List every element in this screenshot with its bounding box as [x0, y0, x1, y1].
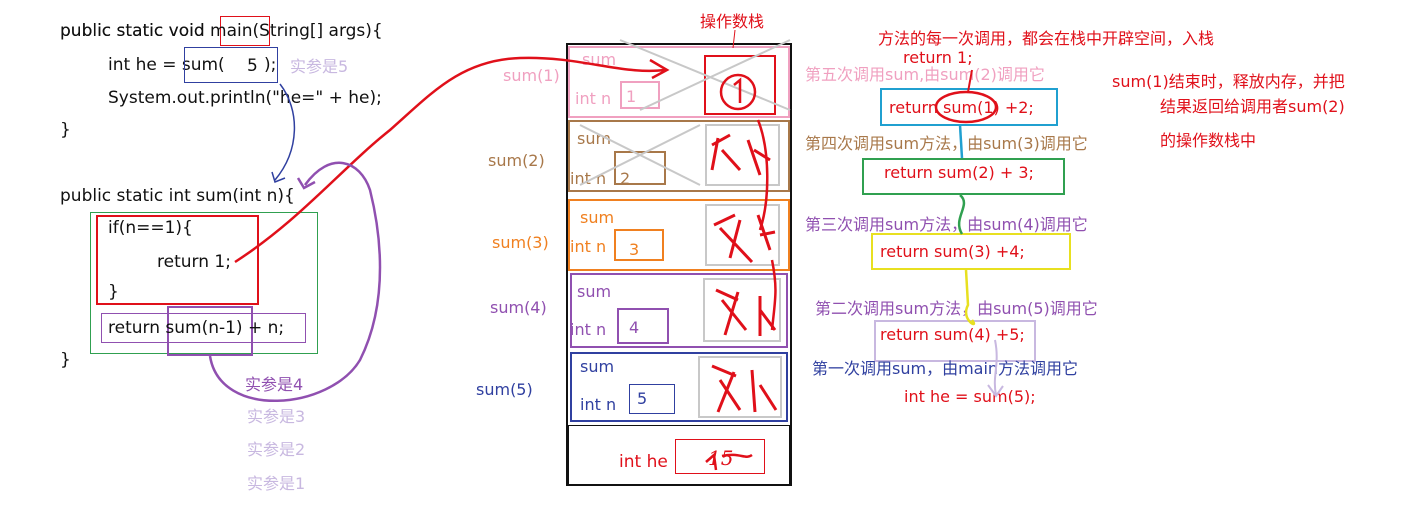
result-scribble-10 — [715, 288, 777, 336]
blue-arrow-head — [271, 171, 286, 184]
lavender-flow-down — [993, 339, 998, 396]
green-flow-down — [957, 194, 966, 235]
yellow-flow-down — [964, 269, 976, 326]
red-flow-down — [967, 69, 973, 93]
purple-recursion-loop — [208, 161, 382, 402]
annotation-strokes — [208, 29, 1004, 471]
result-digit-1 — [733, 77, 742, 103]
result-scribble-15 — [711, 364, 778, 413]
cyan-flow-down — [958, 124, 964, 159]
stack-title-pointer — [732, 29, 736, 49]
red-return-arrow — [234, 56, 666, 264]
sum1-circle — [934, 90, 998, 124]
main-result-scribble — [705, 452, 753, 471]
result-scribble-6 — [713, 213, 776, 264]
cross-out-sum1 — [619, 39, 791, 111]
red-arrow-head — [649, 58, 670, 80]
result-scribble-3 — [710, 133, 771, 176]
cross-out-sum2 — [579, 124, 701, 186]
blue-call-arrow — [274, 83, 296, 181]
